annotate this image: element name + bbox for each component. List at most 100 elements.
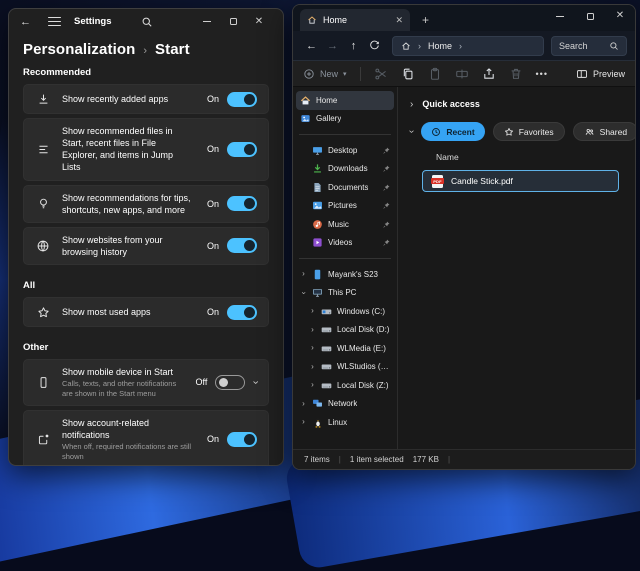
sidebar-item-home[interactable]: Home: [296, 91, 394, 110]
sidebar-item-drive-f[interactable]: › WLStudios (F:): [296, 358, 394, 377]
sidebar-item-documents[interactable]: Documents: [296, 178, 394, 197]
sidebar-item-music[interactable]: Music: [296, 215, 394, 234]
setting-row-account-notifications[interactable]: Show account-related notifications When …: [23, 409, 269, 465]
chevron-right-icon[interactable]: ›: [309, 325, 316, 334]
sidebar-item-drive-c[interactable]: › Windows (C:): [296, 302, 394, 321]
sidebar-item-network[interactable]: › Network: [296, 395, 394, 414]
column-header-name[interactable]: Name: [436, 152, 623, 162]
chevron-right-icon[interactable]: ›: [309, 344, 316, 352]
copy-icon[interactable]: [401, 67, 415, 81]
chevron-expanded-icon[interactable]: ›: [406, 130, 417, 133]
chevron-right-icon[interactable]: ›: [309, 362, 316, 371]
documents-icon: [312, 182, 323, 193]
section-label-all: All: [23, 280, 36, 292]
status-bar: 7 items | 1 item selected 177 KB |: [293, 449, 635, 469]
explorer-toolbar: New ▾ ••• Preview: [293, 60, 635, 87]
quick-access-header[interactable]: › Quick access: [410, 95, 623, 113]
close-button[interactable]: ✕: [246, 11, 272, 33]
chevron-expanded-icon[interactable]: ›: [300, 289, 309, 296]
share-icon[interactable]: [482, 67, 496, 81]
maximize-button[interactable]: [575, 5, 605, 27]
up-icon[interactable]: ↑: [343, 40, 364, 52]
chevron-right-icon[interactable]: ›: [410, 99, 413, 110]
toggle-switch[interactable]: [215, 374, 246, 390]
explorer-content: › Quick access › Recent Favorites Shared: [398, 87, 635, 449]
sidebar-item-gallery[interactable]: Gallery: [296, 110, 394, 129]
delete-icon[interactable]: [509, 67, 523, 81]
sidebar-item-videos[interactable]: Videos: [296, 234, 394, 253]
breadcrumb-home[interactable]: Home: [428, 41, 452, 51]
maximize-button[interactable]: [220, 11, 246, 33]
setting-row-most-used[interactable]: Show most used apps On: [23, 297, 269, 328]
toggle-switch[interactable]: [227, 304, 257, 320]
pin-icon: [383, 147, 390, 154]
sidebar-item-linux[interactable]: › Linux: [296, 413, 394, 432]
setting-row-recommended-files[interactable]: Show recommended files in Start, recent …: [23, 118, 269, 181]
tab-home[interactable]: Home ✕: [300, 9, 410, 31]
chevron-right-icon[interactable]: ›: [309, 381, 316, 389]
download-icon: [35, 91, 51, 107]
chevron-right-icon[interactable]: ›: [300, 270, 307, 278]
back-icon[interactable]: ←: [301, 40, 322, 52]
chevron-down-icon[interactable]: ›: [250, 381, 262, 385]
back-icon[interactable]: ←: [20, 16, 36, 28]
minimize-button[interactable]: [194, 11, 220, 33]
chevron-right-icon: ›: [143, 44, 148, 57]
tab-title: Home: [323, 15, 348, 25]
setting-title: Show websites from your browsing history: [62, 234, 163, 257]
home-icon: [402, 41, 410, 50]
refresh-icon[interactable]: [364, 40, 385, 51]
paste-icon[interactable]: [428, 67, 442, 81]
setting-row-tips-recommendations[interactable]: Show recommendations for tips, shortcuts…: [23, 184, 269, 223]
minimize-button[interactable]: [545, 5, 575, 27]
sidebar-item-drive-e[interactable]: › WLMedia (E:): [296, 339, 394, 358]
pin-icon: [383, 202, 390, 209]
setting-title: Show recommended files in Start, recent …: [62, 126, 174, 173]
toggle-state-label: On: [206, 240, 219, 251]
chevron-right-icon[interactable]: ›: [300, 418, 307, 426]
hamburger-menu-icon[interactable]: [48, 17, 61, 26]
status-item-count: 7 items: [304, 455, 330, 464]
toggle-switch[interactable]: [227, 141, 257, 157]
toggle-switch[interactable]: [227, 431, 257, 447]
breadcrumb-parent[interactable]: Personalization: [23, 41, 135, 58]
sidebar-item-drive-d[interactable]: › Local Disk (D:): [296, 321, 394, 340]
toggle-switch[interactable]: [227, 91, 257, 107]
search-box[interactable]: [551, 35, 627, 56]
setting-row-browsing-history[interactable]: Show websites from your browsing history…: [23, 226, 269, 266]
close-button[interactable]: ✕: [605, 5, 635, 27]
sidebar-divider: [299, 134, 391, 135]
sidebar-item-downloads[interactable]: Downloads: [296, 160, 394, 179]
chevron-down-icon: ▾: [343, 70, 347, 78]
file-row-selected[interactable]: PDF Candle Stick.pdf: [422, 170, 619, 192]
chevron-right-icon[interactable]: ›: [300, 399, 307, 408]
address-bar[interactable]: › Home ›: [392, 35, 544, 56]
search-input[interactable]: [559, 40, 605, 51]
explorer-tab-bar: Home ✕ + ✕: [293, 5, 635, 31]
chevron-right-icon[interactable]: ›: [309, 307, 316, 315]
cut-icon[interactable]: [374, 67, 388, 81]
setting-row-recently-added[interactable]: Show recently added apps On: [23, 84, 269, 114]
toggle-switch[interactable]: [227, 238, 257, 254]
filter-pill-recent[interactable]: Recent: [421, 122, 485, 141]
filter-pill-favorites[interactable]: Favorites: [492, 122, 565, 141]
sidebar-item-phone[interactable]: › Mayank's S23: [296, 265, 394, 284]
tab-close-icon[interactable]: ✕: [395, 15, 403, 26]
rename-icon[interactable]: [455, 67, 469, 81]
file-name: Candle Stick.pdf: [451, 176, 513, 186]
more-options-button[interactable]: •••: [536, 69, 548, 79]
filter-pill-shared[interactable]: Shared: [572, 122, 635, 141]
forward-icon[interactable]: →: [322, 40, 343, 52]
sidebar-item-desktop[interactable]: Desktop: [296, 141, 394, 160]
toggle-switch[interactable]: [227, 196, 257, 212]
sidebar-item-drive-z[interactable]: › Local Disk (Z:): [296, 376, 394, 395]
sidebar-item-this-pc[interactable]: › This PC: [296, 284, 394, 303]
preview-pane-icon: [577, 69, 587, 78]
search-icon[interactable]: [141, 16, 153, 28]
phone-icon: [35, 374, 51, 390]
new-button[interactable]: New ▾: [303, 68, 347, 80]
setting-row-mobile-device[interactable]: Show mobile device in Start Calls, texts…: [23, 359, 269, 406]
sidebar-item-pictures[interactable]: Pictures: [296, 197, 394, 216]
preview-button[interactable]: Preview: [576, 68, 625, 80]
new-tab-button[interactable]: +: [422, 14, 429, 26]
